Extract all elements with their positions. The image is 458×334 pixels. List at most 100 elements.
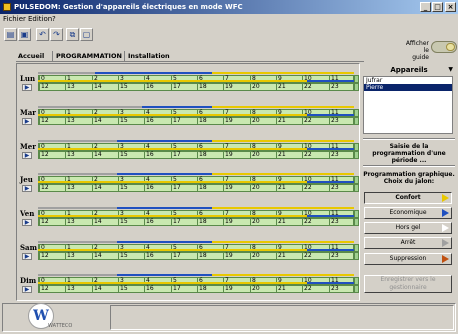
mode-bar: [66, 106, 143, 108]
day-label: Mer: [20, 142, 36, 151]
hour-tick: [65, 84, 66, 90]
hour-label: 15: [120, 218, 128, 225]
afternoon-track[interactable]: 12 13 14 15 16 17 18 19 20 21 22 23: [38, 218, 354, 226]
paste-icon[interactable]: ▢: [80, 28, 93, 41]
redo-icon[interactable]: ↷: [50, 28, 63, 41]
economique-button[interactable]: Economique: [364, 207, 452, 219]
hour-label: 12: [41, 83, 49, 90]
afternoon-track[interactable]: 12 13 14 15 16 17 18 19 20 21 22 23: [38, 151, 354, 159]
hour-tick: [171, 253, 172, 259]
afternoon-track[interactable]: 12 13 14 15 16 17 18 19 20 21 22 23: [38, 184, 354, 192]
hour-tick: [171, 219, 172, 225]
hour-label: 13: [67, 252, 75, 259]
help-toggle[interactable]: [431, 41, 457, 53]
hour-label: 17: [173, 184, 181, 191]
play-icon[interactable]: ▶: [22, 253, 32, 260]
hour-tick: [223, 286, 224, 292]
afternoon-track[interactable]: 12 13 14 15 16 17 18 19 20 21 22 23: [38, 252, 354, 260]
close-button[interactable]: ×: [445, 2, 456, 12]
hour-label: 21: [278, 83, 286, 90]
mode-bar: [38, 72, 67, 74]
undo-icon[interactable]: ↶: [36, 28, 49, 41]
mode-bar: [66, 140, 117, 142]
hour-tick: [65, 286, 66, 292]
confort-button[interactable]: Confort: [364, 192, 452, 204]
hour-tick: [223, 118, 224, 124]
copy-icon[interactable]: ⧉: [66, 28, 79, 41]
economique-marker-icon: [442, 209, 449, 217]
hour-label: 14: [94, 151, 102, 158]
open-icon[interactable]: ▤: [4, 28, 17, 41]
maximize-button[interactable]: □: [432, 2, 443, 12]
afternoon-track[interactable]: 12 13 14 15 16 17 18 19 20 21 22 23: [38, 83, 354, 91]
hour-tick: [144, 219, 145, 225]
play-icon[interactable]: ▶: [22, 118, 32, 125]
mode-bar: [38, 140, 67, 142]
minimize-button[interactable]: _: [420, 2, 431, 12]
hour-label: 16: [146, 252, 154, 259]
play-icon[interactable]: ▶: [22, 84, 32, 91]
hour-tick: [276, 286, 277, 292]
hour-tick: [92, 152, 93, 158]
hors-gel-label: Hors gel: [395, 224, 421, 231]
hour-tick: [329, 118, 330, 124]
menu-help[interactable]: ?: [52, 14, 56, 25]
list-item[interactable]: Jufrar: [364, 77, 452, 84]
hour-label: 17: [173, 151, 181, 158]
divider: [363, 165, 455, 167]
hour-label: 20: [252, 252, 260, 259]
mode-bar: [142, 106, 212, 108]
menu-fichier[interactable]: Fichier: [3, 14, 26, 25]
day-label: Lun: [20, 74, 36, 83]
list-item[interactable]: Pierre: [364, 84, 452, 91]
hour-tick: [92, 185, 93, 191]
menu-edition[interactable]: Edition: [28, 14, 52, 25]
save-icon[interactable]: ▣: [18, 28, 31, 41]
track-end: [354, 252, 359, 260]
hour-label: 18: [199, 151, 207, 158]
hour-tick: [39, 185, 40, 191]
play-icon[interactable]: ▶: [22, 185, 32, 192]
hour-label: 23: [331, 218, 339, 225]
hour-tick: [250, 286, 251, 292]
afternoon-track[interactable]: 12 13 14 15 16 17 18 19 20 21 22 23: [38, 117, 354, 125]
hour-tick: [302, 253, 303, 259]
hour-label: 19: [225, 83, 233, 90]
hour-tick: [92, 253, 93, 259]
mode-bar: [38, 274, 67, 276]
hour-tick: [65, 118, 66, 124]
hour-tick: [171, 185, 172, 191]
hour-label: 21: [278, 285, 286, 292]
graph-choice-label: Programmation graphique. Choix du jalon:: [363, 171, 455, 185]
hour-label: 21: [278, 218, 286, 225]
hour-label: 12: [41, 184, 49, 191]
hour-label: 12: [41, 117, 49, 124]
afternoon-track[interactable]: 12 13 14 15 16 17 18 19 20 21 22 23: [38, 285, 354, 293]
hour-tick: [276, 84, 277, 90]
play-icon[interactable]: ▶: [22, 286, 32, 293]
hour-label: 13: [67, 117, 75, 124]
save-to-manager-button[interactable]: Enregistrer vers le gestionnaire: [364, 275, 452, 293]
mode-bar: [117, 140, 212, 142]
arret-button[interactable]: Arrêt: [364, 237, 452, 249]
mode-bar: [211, 72, 354, 74]
suppression-button[interactable]: Suppression: [364, 253, 452, 265]
hour-tick: [329, 286, 330, 292]
period-entry-label[interactable]: Saisie de la programmation d'une période…: [363, 143, 455, 164]
mode-bar: [101, 282, 307, 284]
mode-bar: [306, 114, 354, 116]
hour-label: 22: [304, 151, 312, 158]
mode-bar: [211, 140, 354, 142]
hour-label: 19: [225, 117, 233, 124]
hour-tick: [302, 286, 303, 292]
appliances-list[interactable]: Jufrar Pierre: [363, 76, 453, 134]
app-icon: [3, 3, 11, 11]
mode-bar: [38, 241, 67, 243]
play-icon[interactable]: ▶: [22, 219, 32, 226]
play-icon[interactable]: ▶: [22, 152, 32, 159]
dropdown-arrow-icon[interactable]: ▼: [448, 66, 453, 73]
toggle-knob: [446, 43, 455, 51]
day-label: Sam: [20, 243, 37, 252]
hour-tick: [197, 185, 198, 191]
hors-gel-button[interactable]: Hors gel: [364, 222, 452, 234]
